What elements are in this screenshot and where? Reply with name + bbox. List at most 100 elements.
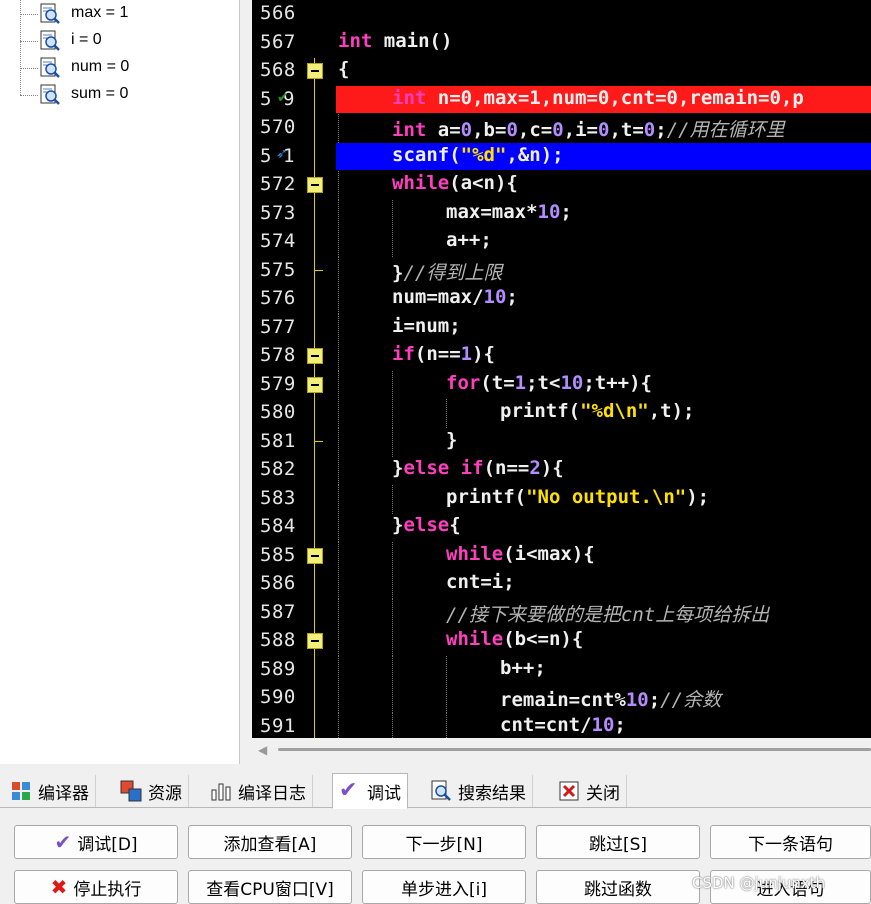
line-number: 590 bbox=[260, 686, 296, 708]
line-number: 583 bbox=[260, 486, 296, 509]
line-number: 586 bbox=[260, 572, 296, 594]
line-number: 585 bbox=[260, 543, 296, 566]
breakpoint-check-icon[interactable]: ✔ bbox=[277, 91, 291, 105]
code-line[interactable]: 566 bbox=[252, 0, 871, 29]
code-text: main() bbox=[372, 29, 453, 52]
line-number: 587 bbox=[260, 600, 296, 623]
line-number: 578 bbox=[260, 344, 296, 366]
code-line[interactable]: 585 while(i<max){ bbox=[252, 541, 871, 571]
code-line[interactable]: 582 }else if(n==2){ bbox=[252, 456, 871, 485]
watch-item-text: sum = 0 bbox=[71, 85, 129, 102]
code-line[interactable]: 567 int main() bbox=[252, 29, 871, 58]
code-line[interactable]: 573 max=max*10; bbox=[252, 199, 871, 229]
watch-variable-icon bbox=[40, 84, 60, 105]
tab-compiler[interactable]: 编译器 bbox=[4, 775, 96, 807]
code-keyword: int bbox=[338, 29, 373, 52]
fold-collapse-icon[interactable] bbox=[307, 376, 323, 393]
code-line[interactable]: 579 for(t=1;t<10;t++){ bbox=[252, 370, 871, 400]
code-line[interactable]: 587 //接下来要做的是把cnt上每项给拆出 bbox=[252, 598, 871, 628]
watermark: CSDN @junjunxth bbox=[692, 874, 826, 892]
line-number: 572 bbox=[260, 173, 296, 195]
fold-collapse-icon[interactable] bbox=[307, 177, 323, 193]
line-number: 580 bbox=[260, 401, 296, 423]
code-line[interactable]: 570 int a=0,b=0,c=0,i=0,t=0;//用在循环里 bbox=[252, 114, 871, 143]
code-line[interactable]: 578 if(n==1){ bbox=[252, 342, 871, 371]
fold-collapse-icon[interactable] bbox=[307, 348, 323, 364]
code-line[interactable]: 575 }//得到上限 bbox=[252, 256, 871, 286]
bar-chart-icon bbox=[211, 783, 231, 801]
line-number: 575 bbox=[260, 258, 296, 281]
watch-variable-icon bbox=[40, 30, 60, 51]
fold-collapse-icon[interactable] bbox=[307, 547, 323, 564]
line-number: 570 bbox=[260, 116, 296, 138]
code-line[interactable]: 577 i=num; bbox=[252, 313, 871, 343]
code-line[interactable]: 574 a++; bbox=[252, 228, 871, 257]
line-number: 581 bbox=[260, 429, 296, 452]
line-number: 588 bbox=[260, 629, 296, 651]
watch-variable-icon bbox=[40, 3, 60, 24]
tab-close[interactable]: 关闭 bbox=[552, 775, 627, 807]
step-into-button[interactable]: 单步进入[i] bbox=[362, 870, 526, 904]
code-line[interactable]: 591 cnt=cnt/10; bbox=[252, 712, 871, 738]
skip-function-button[interactable]: 跳过函数 bbox=[536, 870, 700, 904]
next-step-button[interactable]: 下一步[N] bbox=[362, 825, 526, 859]
code-line[interactable]: 580 printf("%d\n",t); bbox=[252, 399, 871, 428]
check-icon: ✔ bbox=[339, 778, 358, 803]
code-line[interactable]: 590 remain=cnt%10;//余数 bbox=[252, 684, 871, 713]
scrollbar-thumb[interactable] bbox=[278, 748, 871, 751]
tab-resources[interactable]: 资源 bbox=[114, 775, 189, 807]
code-line[interactable]: 583 printf("No output.\n"); bbox=[252, 484, 871, 514]
watch-panel: max = 1 i = 0 num = 0 sum = 0 bbox=[0, 0, 240, 764]
code-line[interactable]: 584 }else{ bbox=[252, 513, 871, 542]
code-text: n=0,max=1,num=0,cnt=0,remain=0,p bbox=[426, 86, 804, 109]
line-number: 577 bbox=[260, 315, 296, 338]
line-number: 566 bbox=[260, 2, 296, 24]
execution-pointer-icon: ➶ bbox=[276, 145, 288, 162]
tab-compile-log[interactable]: 编译日志 bbox=[204, 775, 313, 807]
code-line[interactable]: 576 num=max/10; bbox=[252, 285, 871, 314]
code-comment: //用在循环里 bbox=[666, 119, 785, 141]
close-icon bbox=[559, 781, 579, 801]
code-line[interactable]: 589 b++; bbox=[252, 655, 871, 685]
code-editor[interactable]: 566 567 int main() 568 { 59 ✔ int n=0,ma… bbox=[252, 0, 871, 738]
fold-collapse-icon[interactable] bbox=[307, 633, 323, 649]
next-statement-button[interactable]: 下一条语句 bbox=[710, 825, 871, 859]
line-number: 567 bbox=[260, 30, 296, 53]
code-line[interactable]: 588 while(b<=n){ bbox=[252, 627, 871, 656]
code-line-breakpoint[interactable]: 59 ✔ int n=0,max=1,num=0,cnt=0,remain=0,… bbox=[252, 85, 871, 115]
horizontal-scrollbar[interactable]: ◀ bbox=[252, 738, 871, 762]
check-icon: ✔ bbox=[54, 830, 72, 854]
watch-item-text: num = 0 bbox=[71, 58, 130, 75]
fold-collapse-icon[interactable] bbox=[307, 63, 323, 79]
add-watch-button[interactable]: 添加查看[A] bbox=[188, 825, 352, 859]
code-keyword: int bbox=[392, 86, 427, 109]
line-number: 589 bbox=[260, 657, 296, 680]
code-line[interactable]: 568 { bbox=[252, 57, 871, 86]
line-number: 591 bbox=[260, 714, 296, 737]
search-icon bbox=[431, 780, 451, 801]
code-line-current[interactable]: 51 ➶ scanf("%d",&n); bbox=[252, 142, 871, 172]
bottom-tab-bar: 编译器 资源 编译日志 ✔ 调试 搜索结果 关闭 bbox=[0, 773, 871, 809]
line-number: 584 bbox=[260, 515, 296, 537]
line-number: 574 bbox=[260, 230, 296, 252]
tab-search-results[interactable]: 搜索结果 bbox=[424, 775, 533, 807]
line-number: 579 bbox=[260, 372, 296, 395]
code-line[interactable]: 581 } bbox=[252, 427, 871, 457]
watch-item-text: max = 1 bbox=[71, 4, 129, 21]
debug-button[interactable]: ✔ 调试[D] bbox=[14, 825, 178, 859]
code-text: { bbox=[338, 58, 350, 80]
line-number: 573 bbox=[260, 201, 296, 224]
view-cpu-window-button[interactable]: 查看CPU窗口[V] bbox=[188, 870, 352, 904]
code-line[interactable]: 586 cnt=i; bbox=[252, 570, 871, 599]
watch-item-text: i = 0 bbox=[71, 31, 102, 48]
line-number: 576 bbox=[260, 287, 296, 309]
code-line[interactable]: 572 while(a<n){ bbox=[252, 171, 871, 200]
stop-execution-button[interactable]: ✖ 停止执行 bbox=[14, 870, 178, 904]
skip-button[interactable]: 跳过[S] bbox=[536, 825, 700, 859]
scroll-left-icon[interactable]: ◀ bbox=[258, 743, 267, 757]
grid-icon bbox=[12, 782, 30, 800]
tab-debug[interactable]: ✔ 调试 bbox=[332, 773, 408, 809]
stop-icon: ✖ bbox=[50, 875, 68, 899]
resources-icon bbox=[120, 780, 142, 802]
line-number: 568 bbox=[260, 59, 296, 81]
